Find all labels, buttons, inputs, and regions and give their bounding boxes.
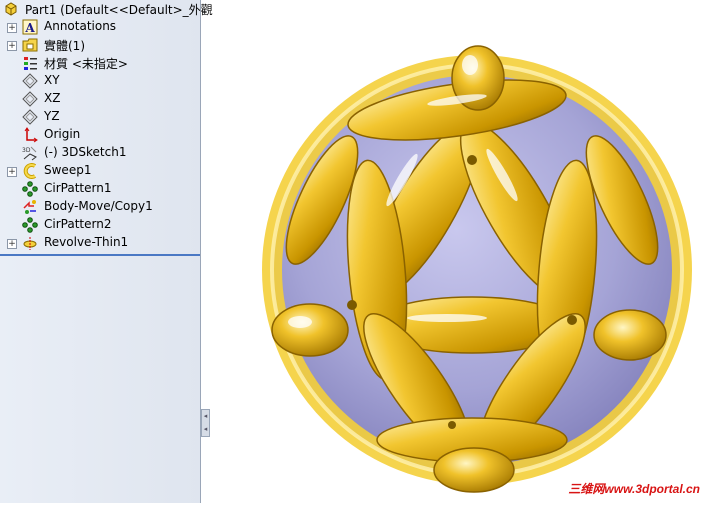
tree-item-label: Sweep1 — [44, 163, 92, 177]
solid-bodies-icon — [22, 38, 38, 52]
tree-item-annotations[interactable]: + A Annotations — [0, 18, 200, 36]
watermark: 三维网www.3dportal.cn — [568, 482, 700, 496]
sweep-icon — [23, 163, 37, 179]
revolve-icon — [23, 237, 37, 250]
tree-item-label: YZ — [44, 109, 60, 123]
rollback-bar[interactable] — [0, 254, 200, 256]
expand-icon[interactable]: + — [7, 167, 17, 177]
expand-icon[interactable]: + — [7, 23, 17, 33]
expand-icon[interactable]: + — [7, 41, 17, 51]
tree-item-label: CirPattern2 — [44, 217, 112, 231]
tree-item-material[interactable]: 材質 <未指定> — [0, 54, 200, 72]
tree-item-revolve-thin[interactable]: + Revolve-Thin1 — [0, 234, 200, 252]
svg-text:A: A — [24, 21, 35, 35]
tree-item-label: (-) 3DSketch1 — [44, 145, 127, 159]
tree-item-label: Revolve-Thin1 — [44, 235, 129, 249]
circular-pattern-icon — [22, 181, 38, 197]
graphics-viewport[interactable] — [202, 0, 710, 503]
tree-item-plane-xy[interactable]: XY — [0, 72, 200, 90]
tree-item-cirpattern2[interactable]: CirPattern2 — [0, 216, 200, 234]
3d-model-render — [262, 45, 692, 493]
tree-item-label: CirPattern1 — [44, 181, 112, 195]
tree-item-plane-yz[interactable]: YZ — [0, 108, 200, 126]
plane-icon — [22, 73, 38, 89]
tree-item-sweep[interactable]: + Sweep1 — [0, 162, 200, 180]
tree-item-cirpattern1[interactable]: CirPattern1 — [0, 180, 200, 198]
material-icon — [24, 57, 37, 70]
feature-manager-tree: Part1 (Default<<Default>_外觀 + A Annotati… — [0, 0, 213, 503]
svg-text:3D: 3D — [22, 147, 31, 154]
3d-sketch-icon: 3D — [22, 146, 37, 161]
tree-item-label: 實體(1) — [44, 39, 85, 53]
tree-item-label: XZ — [44, 91, 61, 105]
part-icon — [5, 2, 17, 16]
annotations-icon: A — [22, 19, 38, 35]
tree-root-part[interactable]: Part1 (Default<<Default>_外觀 — [0, 0, 213, 18]
tree-item-label: XY — [44, 73, 60, 87]
tree-item-3dsketch[interactable]: 3D (-) 3DSketch1 — [0, 144, 200, 162]
tree-item-solid-bodies[interactable]: + 實體(1) — [0, 36, 200, 54]
origin-icon — [24, 127, 38, 143]
tree-item-label: Origin — [44, 127, 81, 141]
tree-item-label: Body-Move/Copy1 — [44, 199, 153, 213]
tree-item-plane-xz[interactable]: XZ — [0, 90, 200, 108]
tree-root-label: Part1 (Default<<Default>_外觀 — [25, 3, 213, 17]
move-copy-icon — [23, 200, 36, 214]
tree-item-body-move-copy[interactable]: Body-Move/Copy1 — [0, 198, 200, 216]
plane-icon — [22, 91, 38, 107]
tree-item-label: 材質 <未指定> — [44, 57, 128, 71]
expand-icon[interactable]: + — [7, 239, 17, 249]
plane-icon — [22, 109, 38, 125]
circular-pattern-icon — [22, 217, 38, 233]
tree-item-label: Annotations — [44, 19, 117, 33]
tree-item-origin[interactable]: Origin — [0, 126, 200, 144]
